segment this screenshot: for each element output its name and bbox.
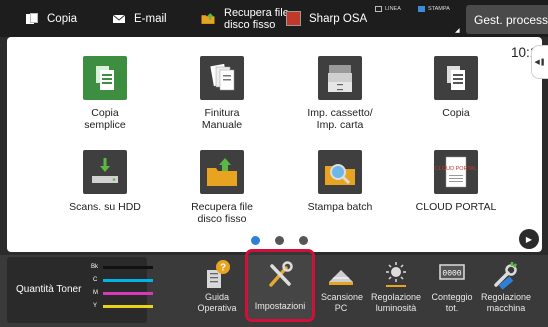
copy-icon — [434, 56, 478, 100]
page-dot-3[interactable] — [299, 236, 308, 245]
sharp-osa-shortcut[interactable]: Sharp OSA — [286, 0, 367, 37]
total-count-icon-text: 0000 — [442, 270, 461, 279]
operation-guide-button[interactable]: ? Guida Operativa — [189, 258, 245, 314]
brightness-label: Regolazione luminosità — [370, 292, 422, 313]
app-label: Copia — [442, 107, 470, 119]
app-retrieve-file[interactable]: Recupera file disco fisso — [172, 150, 272, 225]
app-label: Imp. cassetto/ Imp. carta — [307, 107, 373, 131]
pc-scan-icon — [323, 258, 359, 290]
pc-scan-label: Scansione PC — [321, 292, 364, 313]
toner-bar-y — [103, 305, 153, 308]
brightness-button[interactable]: Regolazione luminosità — [366, 258, 426, 314]
total-count-icon: 0000 — [434, 258, 470, 290]
total-count-button[interactable]: 0000 Conteggio tot. — [424, 258, 480, 314]
dropdown-triangle-icon: ◢ — [455, 28, 460, 34]
toner-name-c: C — [93, 277, 98, 283]
recall-file-shortcut[interactable]: Recupera file disco fisso — [200, 0, 294, 37]
page-dot-1[interactable] — [251, 236, 260, 245]
print-status-label: STAMPA — [428, 6, 450, 12]
line-status-indicator: LINEA — [375, 6, 401, 12]
folder-icon — [201, 13, 215, 24]
sharp-osa-label: Sharp OSA — [309, 12, 368, 25]
toner-bar-c — [103, 279, 153, 282]
app-label: Scans. su HDD — [69, 201, 141, 213]
total-count-label: Conteggio tot. — [431, 292, 473, 313]
app-tray-settings[interactable]: Imp. cassetto/ Imp. carta — [290, 56, 390, 131]
toner-quantity-widget[interactable]: Quantità Toner Bk C M Y — [7, 257, 153, 323]
batch-print-icon — [318, 150, 362, 194]
pc-scan-button[interactable]: Scansione PC — [313, 258, 369, 314]
sharp-osa-icon — [286, 11, 301, 26]
copy-icon — [26, 12, 38, 24]
svg-text:?: ? — [220, 263, 226, 274]
copy-shortcut[interactable]: Copia — [25, 0, 77, 37]
chevron-left-icon: ◀❚ — [534, 59, 546, 66]
retrieve-file-icon — [200, 150, 244, 194]
cloud-portal-icon-text: CLOUD PORTAL — [435, 166, 477, 172]
email-shortcut-label: E-mail — [134, 12, 167, 25]
settings-highlight-frame — [245, 249, 315, 322]
toner-quantity-label: Quantità Toner — [16, 284, 82, 295]
app-label: Copia semplice — [84, 107, 126, 131]
manual-finishing-icon — [200, 56, 244, 100]
chevron-right-icon: ▶ — [525, 234, 533, 244]
app-manual-finishing[interactable]: Finitura Manuale — [172, 56, 272, 131]
operation-guide-icon: ? — [199, 258, 235, 290]
toner-name-y: Y — [93, 303, 98, 309]
recall-file-label: Recupera file disco fisso — [224, 6, 289, 31]
cloud-portal-icon: CLOUD PORTAL — [434, 150, 478, 194]
top-bar: Copia E-mail Recupera file disco fisso S… — [0, 0, 548, 37]
envelope-icon — [112, 14, 126, 23]
toner-bar-bk — [103, 266, 153, 269]
app-label: Recupera file disco fisso — [191, 201, 253, 225]
scan-to-hdd-icon — [83, 150, 127, 194]
line-lamp-icon — [375, 6, 382, 12]
next-page-button[interactable]: ▶ — [519, 229, 539, 249]
toner-name-m: M — [93, 290, 98, 296]
toner-bar-m — [103, 292, 153, 295]
operation-guide-label: Guida Operativa — [197, 292, 237, 313]
side-panel-toggle[interactable]: ◀❚ — [531, 45, 548, 79]
app-label: Stampa batch — [307, 201, 373, 213]
email-shortcut[interactable]: E-mail — [112, 0, 167, 37]
copy-shortcut-label: Copia — [47, 12, 78, 25]
tray-settings-icon — [318, 56, 362, 100]
job-status-button[interactable]: Gest. processo — [466, 5, 548, 34]
machine-adjust-button[interactable]: Regolazione macchina — [476, 258, 536, 314]
simple-copy-icon — [83, 56, 127, 100]
machine-adjust-label: Regolazione macchina — [480, 292, 532, 313]
app-copy[interactable]: Copia — [406, 56, 506, 119]
page-dot-2[interactable] — [275, 236, 284, 245]
machine-adjust-icon — [488, 258, 524, 290]
app-label: CLOUD PORTAL — [415, 201, 497, 213]
app-cloud-portal[interactable]: CLOUD PORTAL CLOUD PORTAL — [406, 150, 506, 213]
app-label: Finitura Manuale — [201, 107, 243, 131]
line-status-label: LINEA — [385, 6, 401, 12]
app-scan-to-hdd[interactable]: Scans. su HDD — [55, 150, 155, 213]
print-lamp-icon — [418, 6, 425, 12]
brightness-icon — [378, 258, 414, 290]
app-batch-print[interactable]: Stampa batch — [290, 150, 390, 213]
toner-name-bk: Bk — [91, 264, 99, 270]
app-simple-copy[interactable]: Copia semplice — [55, 56, 155, 131]
print-status-indicator: STAMPA — [418, 6, 450, 12]
